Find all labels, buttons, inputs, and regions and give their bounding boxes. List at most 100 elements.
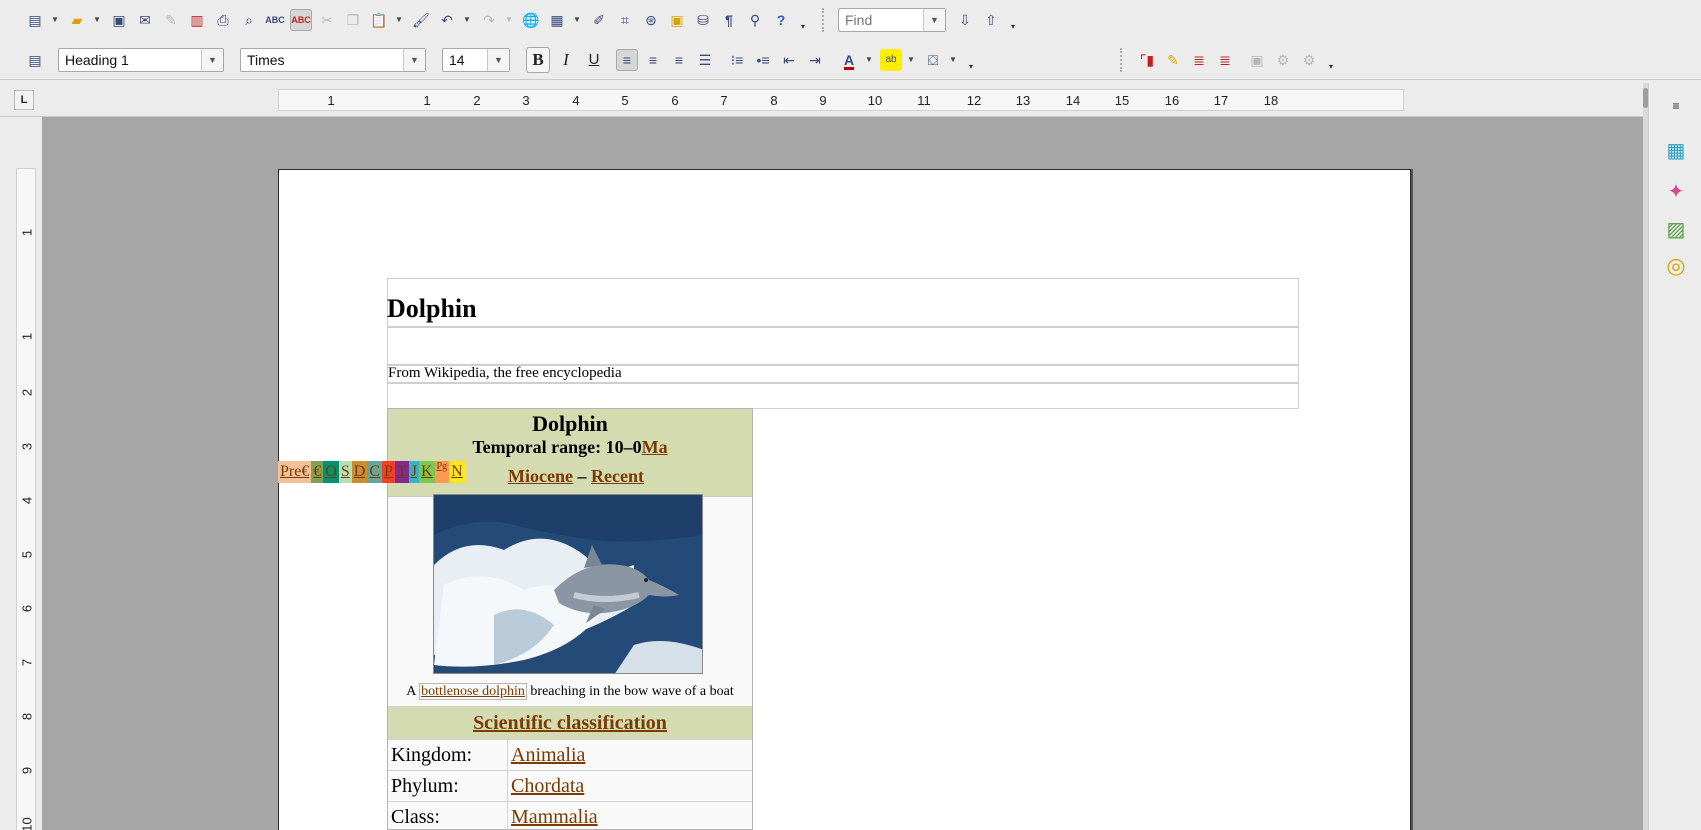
numbering-icon[interactable]: ⁝≡: [726, 49, 748, 71]
geologic-period-link[interactable]: J: [408, 461, 419, 483]
taxonomy-value-link[interactable]: Mammalia: [511, 806, 598, 828]
geologic-period-link[interactable]: N: [449, 461, 465, 483]
redo-icon[interactable]: ↷: [478, 9, 500, 31]
styles-icon[interactable]: ✦: [1661, 176, 1691, 206]
bold-button[interactable]: B: [526, 46, 550, 73]
find-previous-icon[interactable]: ⇧: [980, 9, 1002, 31]
find-replace-icon[interactable]: ⌗: [614, 9, 636, 31]
merge-document-icon[interactable]: ⚙: [1298, 49, 1320, 71]
compare-document-icon[interactable]: ⚙: [1272, 49, 1294, 71]
highlighting-icon[interactable]: ab: [880, 48, 902, 71]
gallery-icon[interactable]: ▣: [666, 9, 688, 31]
edit-mode-icon[interactable]: ✎: [160, 9, 182, 31]
draw-functions-icon[interactable]: ✐: [588, 9, 610, 31]
formatting-marks-icon[interactable]: ¶: [718, 9, 740, 31]
open-dropdown-icon[interactable]: ▼: [92, 9, 102, 31]
geologic-period-link[interactable]: K: [418, 461, 435, 483]
horizontal-ruler[interactable]: 1 1 2 3 4 5 6 7 8 9 10 11 12 13 14 15 16 17 18: [278, 89, 1404, 111]
export-pdf-icon[interactable]: ▥: [186, 9, 208, 31]
hyperlink-icon[interactable]: 🌐: [520, 9, 542, 31]
undo-icon[interactable]: ↶: [436, 9, 458, 31]
print-preview-icon[interactable]: ⌕: [238, 9, 260, 31]
track-changes-show-icon[interactable]: ✎: [1162, 49, 1184, 71]
underline-button[interactable]: U: [582, 47, 606, 73]
paste-dropdown-icon[interactable]: ▼: [394, 9, 404, 31]
find-dropdown-icon[interactable]: ▼: [923, 9, 945, 31]
align-center-icon[interactable]: ≡: [642, 49, 664, 71]
data-sources-icon[interactable]: ⛁: [692, 9, 714, 31]
geologic-period-link[interactable]: €: [311, 461, 324, 483]
spellcheck-icon[interactable]: ABC: [264, 9, 286, 31]
taxonomy-value-link[interactable]: Chordata: [511, 775, 584, 797]
navigator-icon[interactable]: ⊛: [640, 9, 662, 31]
align-left-icon[interactable]: ≡: [616, 48, 638, 71]
cut-icon[interactable]: ✂: [316, 9, 338, 31]
geologic-period-link[interactable]: Pg: [434, 461, 450, 483]
email-icon[interactable]: ✉: [134, 9, 156, 31]
justify-icon[interactable]: ☰: [694, 49, 716, 71]
geologic-period-link[interactable]: C: [367, 461, 383, 483]
find-next-icon[interactable]: ⇩: [954, 9, 976, 31]
font-name-select[interactable]: Times ▼: [240, 47, 426, 72]
table-dropdown-icon[interactable]: ▼: [572, 9, 582, 31]
autospellcheck-icon[interactable]: ABC: [290, 9, 312, 31]
table-icon[interactable]: ▦: [546, 9, 568, 31]
geologic-period-link[interactable]: D: [351, 461, 368, 483]
font-size-dropdown-icon[interactable]: ▼: [487, 48, 509, 71]
undo-dropdown-icon[interactable]: ▼: [462, 9, 472, 31]
font-size-select[interactable]: 14 ▼: [442, 47, 510, 72]
align-right-icon[interactable]: ≡: [668, 49, 690, 71]
font-color-dropdown-icon[interactable]: ▼: [864, 49, 874, 71]
properties-icon[interactable]: ▦: [1661, 135, 1691, 165]
vertical-ruler[interactable]: 1 1 2 3 4 5 6 7 8 9 10: [16, 168, 36, 830]
help-icon[interactable]: ?: [770, 9, 792, 31]
toolbar-overflow-icon[interactable]: ▾: [800, 9, 806, 31]
font-color-icon[interactable]: A: [838, 49, 860, 71]
next-change-icon[interactable]: ≣: [1188, 49, 1210, 71]
new-dropdown-icon[interactable]: ▼: [50, 9, 60, 31]
print-icon[interactable]: ⎙: [212, 9, 234, 31]
find-toolbar-overflow-icon[interactable]: ▾: [1010, 9, 1016, 31]
changes-overflow-icon[interactable]: ▾: [1328, 49, 1334, 71]
new-document-icon[interactable]: ▤: [24, 9, 46, 31]
geologic-period-link[interactable]: T: [394, 461, 409, 483]
italic-button[interactable]: I: [554, 47, 578, 73]
article-subtitle[interactable]: From Wikipedia, the free encyclopedia: [388, 365, 622, 382]
save-icon[interactable]: ▣: [108, 9, 130, 31]
track-changes-record-icon[interactable]: ⌜▮: [1136, 49, 1158, 71]
geologic-period-link[interactable]: O: [323, 461, 339, 483]
tab-stop-selector[interactable]: L: [14, 90, 34, 110]
find-input[interactable]: [845, 12, 915, 28]
accept-change-icon[interactable]: ≣: [1214, 49, 1236, 71]
open-folder-icon[interactable]: ▰: [66, 9, 88, 31]
reject-change-icon[interactable]: ▣: [1246, 49, 1268, 71]
formatting-overflow-icon[interactable]: ▾: [968, 49, 974, 71]
period-end-link[interactable]: Recent: [591, 466, 644, 486]
find-field[interactable]: ▼: [838, 8, 946, 32]
styles-formatting-icon[interactable]: ▤: [24, 49, 46, 71]
increase-indent-icon[interactable]: ⇥: [804, 49, 826, 71]
highlighting-dropdown-icon[interactable]: ▼: [906, 49, 916, 71]
temporal-range-unit-link[interactable]: Ma: [642, 437, 668, 457]
paragraph-style-dropdown-icon[interactable]: ▼: [201, 48, 223, 71]
gallery-panel-icon[interactable]: ▨: [1661, 214, 1691, 244]
geologic-period-link[interactable]: P: [382, 461, 395, 483]
clone-formatting-icon[interactable]: 🖌: [410, 9, 432, 31]
navigator-panel-icon[interactable]: ◎: [1661, 251, 1691, 281]
geologic-period-link[interactable]: Pre€: [278, 461, 312, 483]
caption-link[interactable]: bottlenose dolphin: [419, 683, 527, 700]
scientific-classification-link[interactable]: Scientific classification: [473, 712, 667, 734]
paragraph-style-select[interactable]: Heading 1 ▼: [58, 47, 224, 72]
paste-icon[interactable]: 📋: [368, 9, 390, 31]
decrease-indent-icon[interactable]: ⇤: [778, 49, 800, 71]
geologic-period-link[interactable]: S: [338, 461, 352, 483]
taxonomy-value-link[interactable]: Animalia: [511, 744, 585, 766]
sidebar-menu-icon[interactable]: ≡: [1661, 91, 1691, 121]
period-start-link[interactable]: Miocene: [508, 466, 573, 486]
zoom-icon[interactable]: ⚲: [744, 9, 766, 31]
redo-dropdown-icon[interactable]: ▼: [504, 9, 514, 31]
bullets-icon[interactable]: •≡: [752, 49, 774, 71]
article-title[interactable]: Dolphin: [387, 294, 477, 324]
copy-icon[interactable]: ❐: [342, 9, 364, 31]
background-color-icon[interactable]: ⛋: [922, 49, 944, 71]
